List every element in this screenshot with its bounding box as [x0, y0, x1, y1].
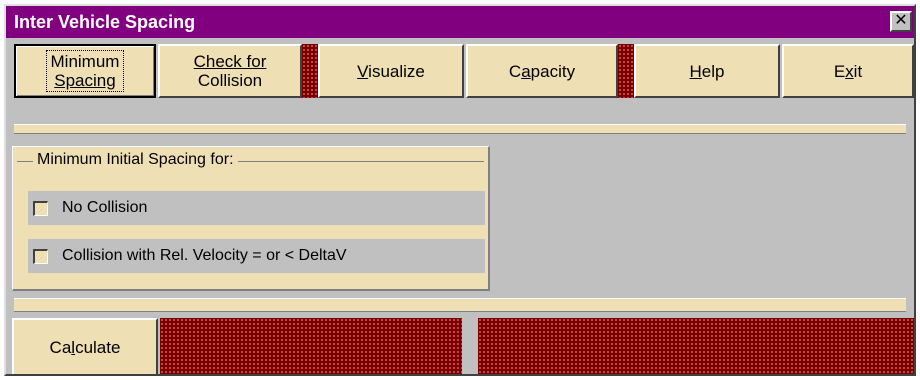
check-collision-label: Check for Collision	[193, 52, 267, 90]
footer-panel-left	[160, 318, 462, 374]
calculate-button[interactable]: Calculate	[12, 318, 158, 374]
no-collision-checkbox[interactable]	[33, 200, 48, 216]
minimum-spacing-label-line2: Spacing	[54, 71, 116, 90]
window-title: Inter Vehicle Spacing	[14, 12, 196, 32]
minimum-spacing-button[interactable]: Minimum Spacing	[14, 44, 156, 98]
progress-strip	[14, 124, 906, 134]
exit-button[interactable]: Exit	[782, 44, 914, 98]
check-collision-button[interactable]: Check for Collision	[158, 44, 302, 98]
exit-label: Exit	[833, 61, 863, 81]
help-label: Help	[689, 61, 725, 81]
frame-label: Minimum Initial Spacing for:	[33, 151, 238, 169]
minimum-spacing-label-line1: Minimum	[50, 52, 120, 71]
no-collision-label: No Collision	[62, 199, 148, 216]
option-no-collision[interactable]: No Collision	[28, 191, 485, 225]
collision-delta-v-label: Collision with Rel. Velocity = or < Delt…	[62, 247, 347, 264]
spacing-options-frame: Minimum Initial Spacing for: No Collisio…	[12, 146, 490, 291]
calculate-label: Calculate	[49, 337, 121, 357]
capacity-button[interactable]: Capacity	[466, 44, 618, 98]
collision-delta-v-checkbox[interactable]	[33, 248, 48, 264]
toolbar-spacer-2	[618, 44, 634, 98]
help-button[interactable]: Help	[634, 44, 780, 98]
close-icon: ✕	[894, 12, 908, 29]
visualize-button[interactable]: Visualize	[318, 44, 464, 98]
capacity-label: Capacity	[508, 61, 576, 81]
app-window: Inter Vehicle Spacing ✕ Minimum Spacing …	[4, 4, 916, 376]
visualize-label: Visualize	[357, 61, 425, 81]
close-button[interactable]: ✕	[890, 11, 912, 32]
title-bar: Inter Vehicle Spacing ✕	[6, 6, 914, 38]
footer-panel-right	[478, 318, 914, 374]
bottom-strip	[14, 298, 906, 312]
option-collision-delta-v[interactable]: Collision with Rel. Velocity = or < Delt…	[28, 239, 485, 273]
focus-rectangle: Minimum Spacing	[45, 50, 125, 92]
toolbar-spacer-1	[302, 44, 318, 98]
